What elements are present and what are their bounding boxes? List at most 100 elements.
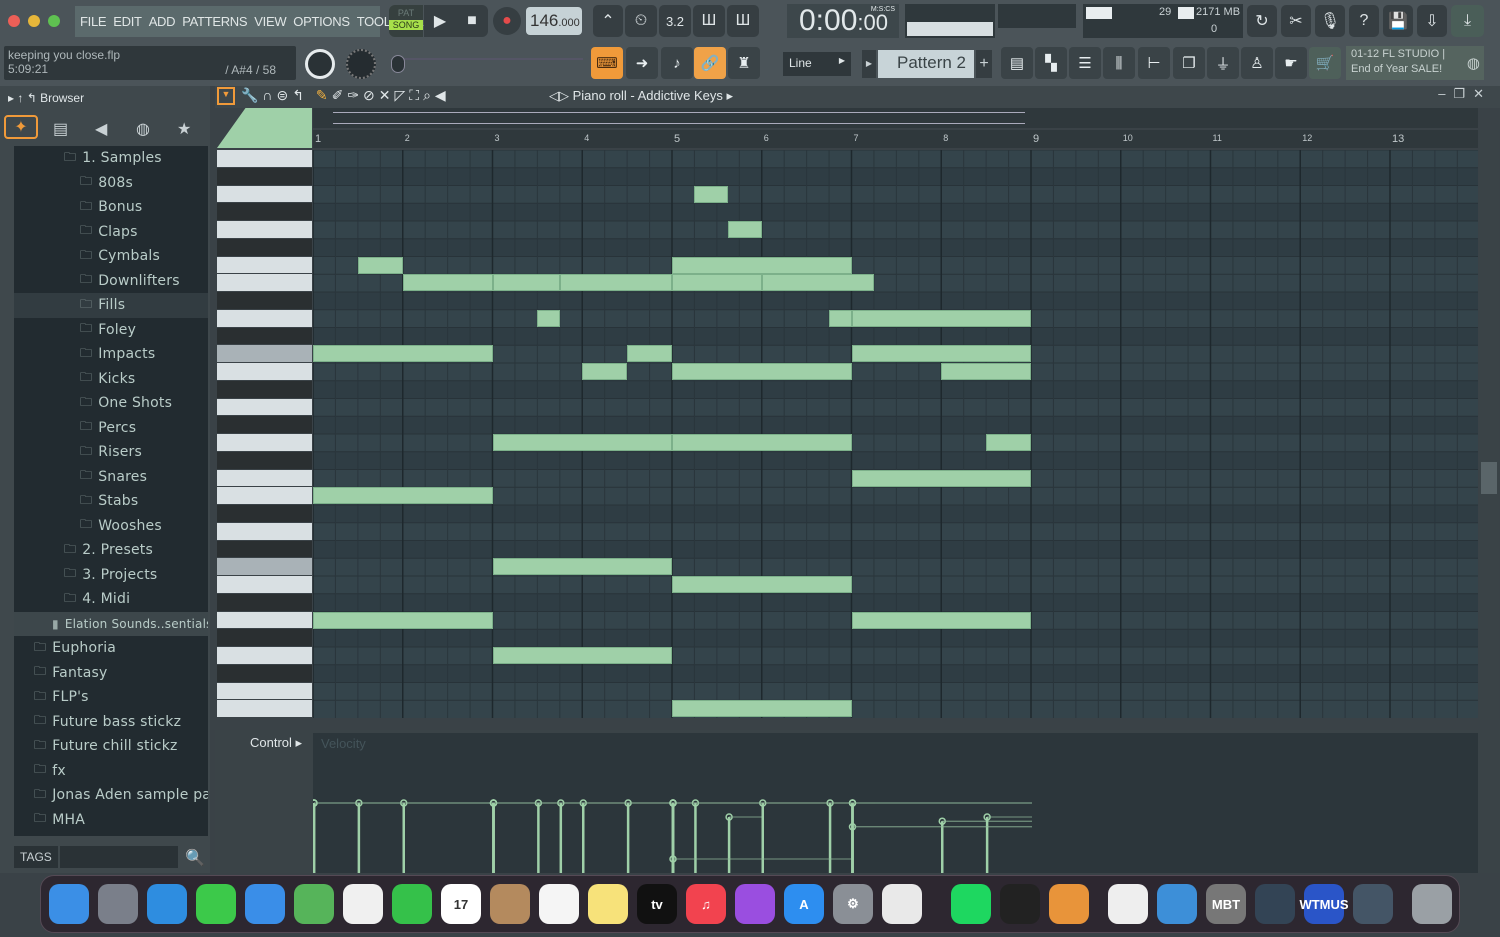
browser-item[interactable]: 🗀 Impacts [14,342,208,367]
stamp-icon[interactable]: ♜ [728,47,760,79]
reminders-icon[interactable] [539,884,579,924]
note[interactable] [672,274,762,292]
white-key[interactable] [217,345,312,362]
browser-all-tab[interactable]: ✦ [4,115,38,139]
browser-item[interactable]: 🗀 Claps [14,220,208,245]
metronome-icon[interactable]: ⌃ [593,5,623,37]
browser-item[interactable]: 🗀 2. Presets [14,538,208,563]
white-key[interactable] [217,522,312,540]
white-key[interactable] [217,682,312,700]
browser-item[interactable]: 🗀 808s [14,171,208,196]
white-key[interactable] [217,221,312,238]
note[interactable] [851,345,1031,363]
browser-item[interactable]: 🗀 MHA [14,808,208,833]
white-key[interactable] [217,487,312,504]
photos-icon[interactable] [343,884,383,924]
plugin-icon[interactable]: ⏚ [1207,47,1239,79]
downloads-icon[interactable] [1157,884,1197,924]
black-key[interactable] [217,203,312,220]
mixer-icon[interactable]: ⫼ [1103,47,1135,79]
search-icon[interactable]: 🔍 [185,848,205,868]
mail-icon[interactable] [245,884,285,924]
browser-item[interactable]: 🗀 Wooshes [14,514,208,539]
master-volume-knob[interactable] [305,49,335,79]
black-key[interactable] [217,664,312,682]
record-button[interactable]: ● [493,7,521,35]
pat-song-toggle[interactable]: PAT SONG [389,5,423,37]
trash-icon[interactable] [1412,884,1452,924]
cart-icon[interactable]: 🛒 [1309,47,1341,79]
add-pattern-button[interactable]: + [976,50,992,78]
white-key[interactable] [217,256,312,274]
white-key[interactable] [217,469,312,487]
messages-icon[interactable] [196,884,236,924]
browser-item[interactable]: 🗀 FLP's [14,685,208,710]
menu-edit[interactable]: EDIT [113,14,142,29]
black-key[interactable] [217,167,312,185]
browser-item[interactable]: 🗀 Percs [14,416,208,441]
note[interactable] [761,274,874,292]
note[interactable] [851,309,1031,327]
tempo-field[interactable]: 146.000 [526,7,582,35]
piano-roll-menu-button[interactable]: ▼ [217,87,235,105]
note[interactable] [582,363,628,380]
note[interactable] [492,434,672,451]
white-key[interactable] [217,611,312,629]
browser-item[interactable]: 🗀 Cymbals [14,244,208,269]
white-key[interactable] [217,558,312,575]
piano-roll-tools[interactable]: 🔧∩⊜↰ ✎✐✑⊘✕◸⛶⌕◀ [241,87,450,104]
note[interactable] [492,274,560,292]
browser-item[interactable]: 🗀 Stabs [14,489,208,514]
note[interactable] [492,558,672,576]
apple-tv-icon[interactable]: tv [637,884,677,924]
note[interactable] [672,434,852,451]
black-key[interactable] [217,238,312,256]
pattern-overview[interactable] [313,108,1478,128]
mbt-icon[interactable]: MBT [1206,884,1246,924]
touch-icon[interactable]: ☛ [1275,47,1307,79]
browser-item[interactable]: 🗀 Kicks [14,367,208,392]
browser-item[interactable]: 🗀 Foley [14,318,208,343]
white-key[interactable] [217,398,312,416]
browser-item[interactable]: 🗀 3. Projects [14,563,208,588]
white-key[interactable] [217,185,312,203]
project-files-icon[interactable]: ❐ [1173,47,1205,79]
splice-icon[interactable] [1000,884,1040,924]
note[interactable] [559,274,672,292]
notes-icon[interactable] [588,884,628,924]
black-key[interactable] [217,380,312,398]
system-settings-icon[interactable]: ⚙ [833,884,873,924]
browser-web-tab[interactable]: ◍ [136,119,150,139]
browser-item[interactable]: 🗀 One Shots [14,391,208,416]
velocity-lane[interactable]: Velocity [313,733,1478,873]
close-window-button[interactable] [8,15,20,27]
save-icon[interactable]: 💾 [1383,5,1413,37]
black-key[interactable] [217,540,312,558]
note[interactable] [672,256,852,274]
note[interactable] [492,647,672,664]
menu-file[interactable]: FILE [80,14,107,29]
time-display[interactable]: 0:00:00 M:S:CS [787,4,899,38]
maximize-window-button[interactable] [48,15,60,27]
browser-search-input[interactable] [60,846,178,868]
snap-select[interactable]: Line ▶ [783,52,851,76]
menu-options[interactable]: OPTIONS [293,14,350,29]
browser-item[interactable]: 🗀 Downlifters [14,269,208,294]
note[interactable] [986,434,1031,451]
browser-item[interactable]: 🗀 1. Samples [14,146,208,171]
tags-button[interactable]: TAGS [14,846,58,868]
control-select[interactable]: Control ▸ [250,735,302,751]
master-pitch-knob[interactable] [346,49,376,79]
menu-view[interactable]: VIEW [254,14,286,29]
playlist-icon[interactable]: ▤ [1001,47,1033,79]
white-key[interactable] [217,150,312,167]
note[interactable] [313,487,493,505]
menu-patterns[interactable]: PATTERNS [182,14,247,29]
timeline-ruler[interactable]: 1 2 3 4 5 6 7 8 9 10 11 12 13 [313,130,1478,148]
white-key[interactable] [217,576,312,593]
browser-item[interactable]: 🗀 Fills [14,293,208,318]
spotify-icon[interactable] [951,884,991,924]
launchpad-icon[interactable] [98,884,138,924]
black-key[interactable] [217,505,312,522]
music-icon[interactable]: ♫ [686,884,726,924]
